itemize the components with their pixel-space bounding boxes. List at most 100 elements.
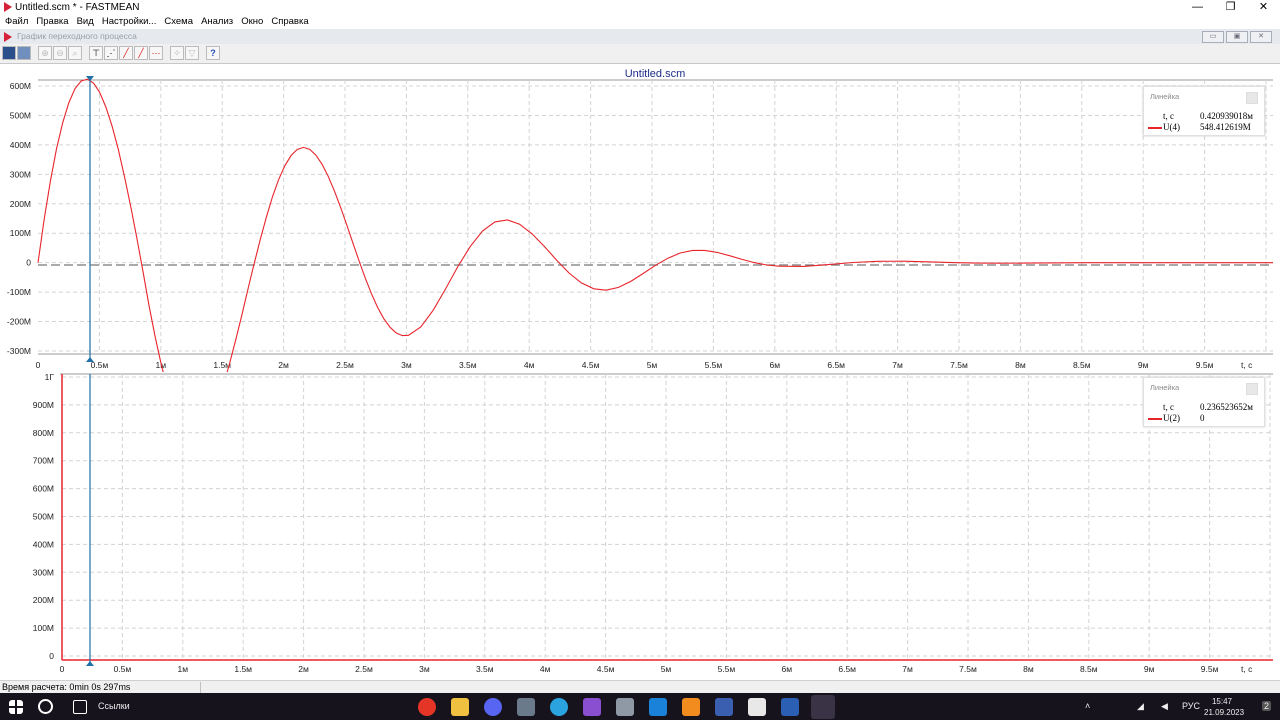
- x-tick-label: 6.5м: [827, 360, 845, 370]
- window-title: Untitled.scm * - FASTMEAN: [15, 2, 140, 13]
- graph-toolbar: ⊕ ⊖ ⌕ ⊤ ⋰ ╱ ╱ ⋯ ✧ ▽ ?: [0, 44, 1280, 64]
- graph-window-icon: [4, 32, 12, 42]
- x-tick-label: 6.5м: [838, 664, 856, 674]
- legend-close-icon[interactable]: [1246, 92, 1258, 104]
- menu-edit[interactable]: Правка: [36, 14, 68, 29]
- x-axis-label: t, c: [1241, 360, 1253, 370]
- x-tick-label: 7м: [892, 360, 903, 370]
- clock-time: 15:47: [1211, 697, 1233, 706]
- x-tick-label: 5м: [661, 664, 672, 674]
- word-icon[interactable]: [781, 698, 799, 716]
- graph-minimize-button[interactable]: ▭: [1202, 31, 1224, 43]
- filter-icon[interactable]: ▽: [185, 46, 199, 60]
- cursor-ruler[interactable]: [86, 374, 94, 666]
- menu-settings[interactable]: Настройки...: [102, 14, 157, 29]
- y-tick-label: 500M: [10, 110, 31, 120]
- legend-t-label: t, c: [1163, 111, 1174, 121]
- app-icon: [4, 2, 12, 12]
- y-tick-label: 200M: [33, 595, 54, 605]
- y-tick-label: 0: [26, 258, 31, 268]
- floppy-app-icon[interactable]: [715, 698, 733, 716]
- legend-series-label: U(2): [1163, 413, 1180, 423]
- windows-start-icon[interactable]: [9, 700, 23, 714]
- zoom-in-icon[interactable]: ⊕: [38, 46, 52, 60]
- y-tick-label: 800M: [33, 428, 54, 438]
- zoom-out-icon[interactable]: ⊖: [53, 46, 67, 60]
- x-tick-label: 9м: [1144, 664, 1155, 674]
- y-tick-label: -100M: [7, 287, 31, 297]
- legend-title: Линейка: [1150, 383, 1180, 392]
- chart-title: Untitled.scm: [625, 68, 686, 80]
- telegram-icon[interactable]: [550, 698, 568, 716]
- help-icon[interactable]: ?: [206, 46, 220, 60]
- x-tick-label: 7.5м: [950, 360, 968, 370]
- menu-analysis[interactable]: Анализ: [201, 14, 233, 29]
- discord-icon[interactable]: [484, 698, 502, 716]
- x-tick-label: 8.5м: [1080, 664, 1098, 674]
- legend-t-value: 0.420939018м: [1200, 111, 1253, 121]
- window-titlebar: Untitled.scm * - FASTMEAN — ❐ ✕: [0, 0, 1280, 14]
- cursor-ruler[interactable]: [86, 76, 94, 362]
- menu-schema[interactable]: Схема: [164, 14, 193, 29]
- line-dotted-icon[interactable]: ⋯: [149, 46, 163, 60]
- y-tick-label: 0: [49, 651, 54, 661]
- transient-chart-bottom[interactable]: 1Г900M800M700M600M500M400M300M200M100M0 …: [0, 372, 1280, 680]
- x-tick-label: 8м: [1023, 664, 1034, 674]
- window-controls: — ❐ ✕: [1181, 0, 1280, 14]
- line-icon[interactable]: ╱: [119, 46, 133, 60]
- y-tick-label: 700M: [33, 456, 54, 466]
- legend-close-icon[interactable]: [1246, 383, 1258, 395]
- menu-view[interactable]: Вид: [77, 14, 94, 29]
- tray-chevron-icon[interactable]: ˄: [1085, 701, 1090, 711]
- calculator-icon[interactable]: [517, 698, 535, 716]
- yandex-browser-icon[interactable]: [418, 698, 436, 716]
- transient-chart-top[interactable]: Untitled.scm 600M 500M 400M 300M 200M 100M 0 -1…: [0, 64, 1280, 372]
- zoom-fit-icon[interactable]: ⌕: [68, 46, 82, 60]
- y-tick-label: 200M: [10, 199, 31, 209]
- menu-window[interactable]: Окно: [241, 14, 263, 29]
- search-icon[interactable]: [38, 699, 53, 714]
- ruler-icon[interactable]: ⊤: [89, 46, 103, 60]
- menu-help[interactable]: Справка: [271, 14, 308, 29]
- x-tick-label: 3.5м: [476, 664, 494, 674]
- x-tick-label: 8.5м: [1073, 360, 1091, 370]
- x-tick-label: 0: [60, 664, 65, 674]
- fastmean-taskbar-icon[interactable]: [811, 695, 835, 719]
- file-explorer-icon[interactable]: [451, 698, 469, 716]
- copy-icon[interactable]: [17, 46, 31, 60]
- graph-close-button[interactable]: ✕: [1250, 31, 1272, 43]
- visual-studio-icon[interactable]: [583, 698, 601, 716]
- x-tick-label: 7м: [902, 664, 913, 674]
- app-icon-gray[interactable]: [616, 698, 634, 716]
- tray-network-icon[interactable]: ◢: [1137, 701, 1144, 712]
- x-tick-label: 3м: [419, 664, 430, 674]
- x-tick-label: 5.5м: [718, 664, 736, 674]
- tray-volume-icon[interactable]: ◀: [1161, 701, 1168, 712]
- x-axis-label: t, c: [1241, 664, 1253, 674]
- line-bold-icon[interactable]: ╱: [134, 46, 148, 60]
- menu-file[interactable]: Файл: [5, 14, 28, 29]
- marker-icon[interactable]: ✧: [170, 46, 184, 60]
- restore-button[interactable]: ❐: [1214, 0, 1247, 14]
- x-tick-label: 0: [36, 360, 41, 370]
- minimize-button[interactable]: —: [1181, 0, 1214, 14]
- keyboard-language[interactable]: РУС: [1182, 701, 1200, 711]
- clock[interactable]: 15:47 21.09.2023: [1204, 696, 1244, 718]
- close-button[interactable]: ✕: [1247, 0, 1280, 14]
- sublime-icon[interactable]: [682, 698, 700, 716]
- x-tick-label: 4м: [524, 360, 535, 370]
- points-icon[interactable]: ⋰: [104, 46, 118, 60]
- task-view-icon[interactable]: [73, 700, 87, 714]
- app-icon-blue[interactable]: [649, 698, 667, 716]
- notification-badge[interactable]: 2: [1262, 701, 1272, 711]
- save-icon[interactable]: [2, 46, 16, 60]
- x-tick-label: 2.5м: [355, 664, 373, 674]
- mathcad-icon[interactable]: [748, 698, 766, 716]
- ruler-legend-bottom: Линейка t, c 0.236523652м U(2) 0: [1143, 377, 1265, 427]
- links-label[interactable]: Ссылки: [98, 701, 130, 711]
- graph-restore-button[interactable]: ▣: [1226, 31, 1248, 43]
- x-tick-label: 9м: [1138, 360, 1149, 370]
- x-tick-label: 8м: [1015, 360, 1026, 370]
- x-tick-label: 0.5м: [114, 664, 132, 674]
- ruler-legend-top: Линейка t, c 0.420939018м U(4) 548.41261…: [1143, 86, 1265, 136]
